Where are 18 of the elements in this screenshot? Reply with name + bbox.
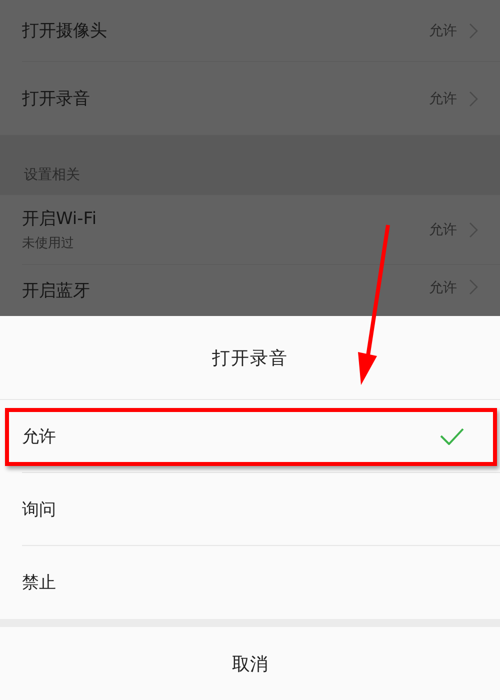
row-subtitle: 未使用过 bbox=[22, 235, 75, 252]
sheet-title: 打开录音 bbox=[212, 346, 288, 370]
row-value: 允许 bbox=[429, 90, 457, 108]
row-title: 打开摄像头 bbox=[22, 20, 108, 42]
row-value: 允许 bbox=[429, 22, 457, 40]
row-value: 允许 bbox=[429, 220, 457, 238]
chevron-right-icon bbox=[469, 90, 478, 106]
chevron-right-icon bbox=[469, 222, 478, 238]
row-title: 开启Wi-Fi bbox=[22, 208, 98, 230]
checkmark-icon bbox=[440, 428, 464, 444]
option-item[interactable]: 询问 bbox=[22, 473, 500, 546]
chevron-right-icon bbox=[469, 279, 478, 295]
row-title: 开启蓝牙 bbox=[22, 280, 91, 302]
option-item[interactable]: 禁止 bbox=[22, 546, 500, 619]
option-item[interactable]: 允许 bbox=[22, 400, 500, 473]
row-title: 打开录音 bbox=[22, 88, 91, 110]
chevron-right-icon bbox=[469, 22, 478, 38]
row-value: 允许 bbox=[429, 279, 457, 297]
